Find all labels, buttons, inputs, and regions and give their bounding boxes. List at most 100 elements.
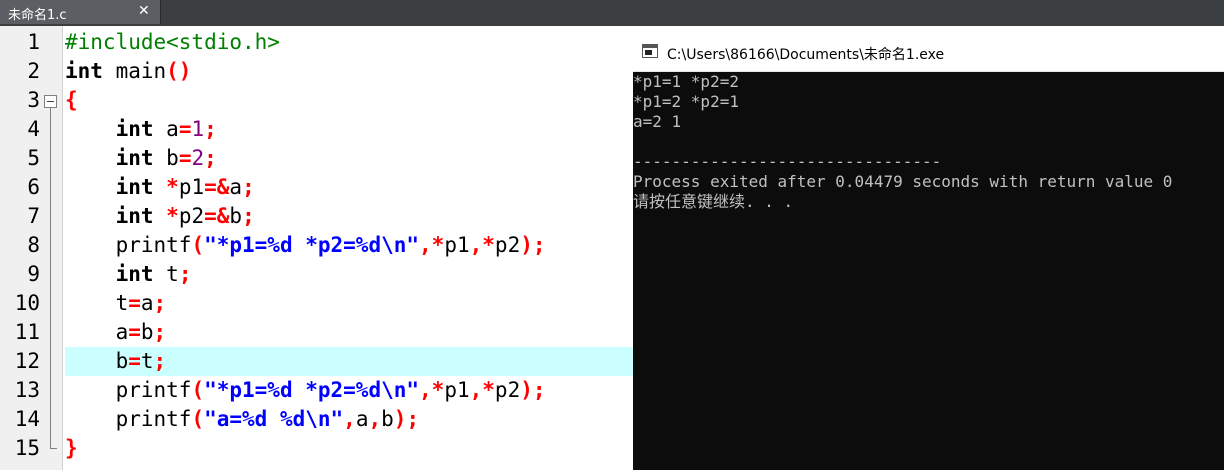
identifier: printf	[115, 407, 192, 431]
code-line-13: printf("*p1=%d *p2=%d\n",*p1,*p2);	[65, 376, 633, 405]
fold-end-marker	[50, 448, 57, 449]
operator: ;	[153, 291, 167, 315]
string-literal: "*p1=%d *p2=%d\n"	[204, 233, 420, 257]
console-title-bar[interactable]: C:\Users\86166\Documents\未命名1.exe	[633, 33, 1224, 72]
line-number: 9	[27, 262, 40, 286]
operator: (	[191, 378, 205, 402]
line-number: 12	[14, 349, 40, 373]
identifier: main	[102, 59, 167, 83]
keyword: int	[115, 117, 154, 141]
line-number-gutter: 1 2 3 4 5 6 7 8 9 10 11 12 13 14 15	[0, 26, 63, 470]
line-number: 14	[14, 407, 40, 431]
line-number: 3	[27, 88, 40, 112]
line-number: 13	[14, 378, 40, 402]
console-window[interactable]: C:\Users\86166\Documents\未命名1.exe *p1=1 …	[633, 33, 1224, 470]
operator: =	[128, 349, 141, 373]
operator: ,*	[419, 233, 445, 257]
operator: =	[178, 146, 192, 170]
code-line-12-current: b=t;	[65, 347, 633, 376]
tab-file[interactable]: 未命名1.c ✕	[0, 0, 161, 24]
code-line-3: {	[65, 86, 633, 115]
operator: {	[65, 88, 78, 112]
console-continue-prompt: 请按任意键继续. . .	[633, 192, 794, 211]
operator: *	[166, 204, 179, 228]
console-app-icon	[642, 44, 658, 58]
identifier: b	[381, 407, 394, 431]
identifier: printf	[115, 378, 192, 402]
operator: ;	[204, 117, 217, 141]
number-literal: 1	[191, 117, 205, 141]
string-literal: "a=%d %d\n"	[204, 407, 344, 431]
console-output-line: a=2 1	[633, 112, 682, 131]
operator: =&	[204, 204, 230, 228]
identifier: p1	[444, 378, 470, 402]
line-number: 15	[14, 436, 40, 460]
operator: ;	[153, 349, 167, 373]
line-number: 1	[27, 30, 40, 54]
fold-toggle-icon[interactable]	[44, 95, 57, 108]
operator: ,*	[419, 378, 445, 402]
operator: ,	[368, 407, 382, 431]
keyword: int	[65, 59, 103, 83]
identifier: printf	[115, 233, 192, 257]
identifier: t	[153, 262, 179, 286]
console-output-line: *p1=2 *p2=1	[633, 92, 739, 111]
operator: ,	[343, 407, 356, 431]
console-output-line: *p1=1 *p2=2	[633, 72, 739, 91]
identifier: t	[115, 291, 129, 315]
line-number: 8	[27, 233, 40, 257]
identifier: p1	[444, 233, 470, 257]
operator: ;	[242, 175, 255, 199]
identifier: p2	[178, 204, 205, 228]
identifier: t	[140, 349, 154, 373]
operator: =	[128, 291, 141, 315]
line-number: 10	[14, 291, 40, 315]
identifier: a	[355, 407, 369, 431]
code-editor[interactable]: 1 2 3 4 5 6 7 8 9 10 11 12 13 14 15 #inc…	[0, 26, 633, 470]
fold-guide-line	[50, 108, 51, 448]
console-output-area[interactable]: *p1=1 *p2=2 *p1=2 *p2=1 a=2 1 ----------…	[633, 72, 1224, 470]
operator: ;	[153, 320, 167, 344]
operator: }	[65, 436, 78, 460]
console-exit-message: Process exited after 0.04479 seconds wit…	[633, 172, 1173, 191]
number-literal: 2	[191, 146, 205, 170]
keyword: int	[115, 204, 154, 228]
keyword: int	[115, 146, 154, 170]
operator: ;	[178, 262, 192, 286]
operator: ,*	[469, 378, 495, 402]
code-line-9: int t;	[65, 260, 633, 289]
code-line-4: int a=1;	[65, 115, 633, 144]
line-number: 7	[27, 204, 40, 228]
identifier: p2	[494, 233, 521, 257]
operator: ;	[242, 204, 255, 228]
keyword: int	[115, 262, 154, 286]
identifier: b	[115, 349, 129, 373]
line-number: 5	[27, 146, 40, 170]
code-area[interactable]: #include<stdio.h> int main() { int a=1; …	[65, 26, 633, 470]
identifier: a	[229, 175, 243, 199]
keyword: int	[115, 175, 154, 199]
code-line-5: int b=2;	[65, 144, 633, 173]
operator: ,*	[469, 233, 495, 257]
identifier: b	[140, 320, 154, 344]
code-line-8: printf("*p1=%d *p2=%d\n",*p1,*p2);	[65, 231, 633, 260]
code-line-15: }	[65, 434, 633, 463]
operator: );	[520, 378, 546, 402]
line-number: 4	[27, 117, 40, 141]
operator: ;	[204, 146, 217, 170]
code-line-11: a=b;	[65, 318, 633, 347]
line-number: 2	[27, 59, 40, 83]
operator: );	[393, 407, 420, 431]
code-line-2: int main()	[65, 57, 633, 86]
operator: =&	[204, 175, 230, 199]
preprocessor-directive: #include<stdio.h>	[65, 30, 280, 54]
operator: (	[191, 233, 205, 257]
close-icon[interactable]: ✕	[138, 3, 150, 19]
code-line-7: int *p2=&b;	[65, 202, 633, 231]
